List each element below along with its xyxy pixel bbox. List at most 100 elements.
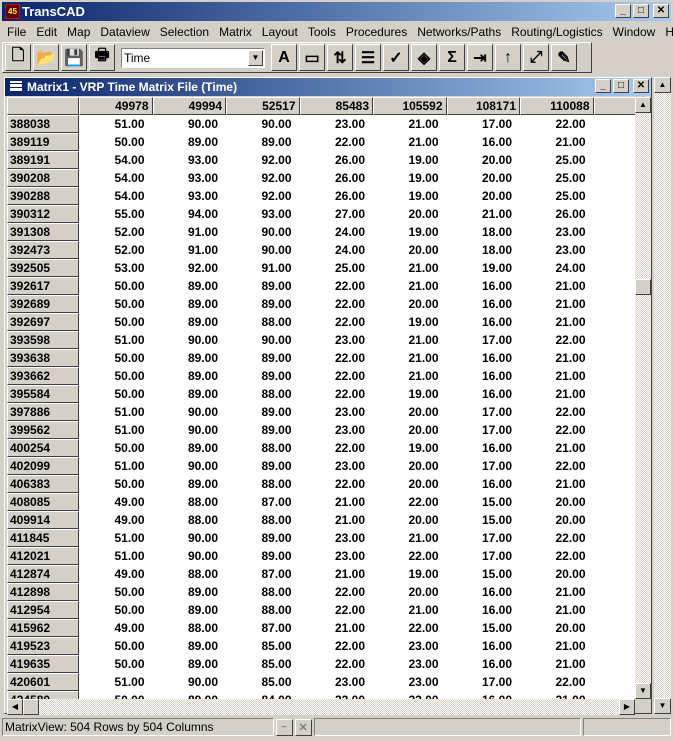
matrix-cell[interactable]: 21.00 bbox=[373, 529, 447, 547]
matrix-cell[interactable]: 22.00 bbox=[300, 349, 374, 367]
matrix-cell[interactable]: 22.00 bbox=[520, 529, 594, 547]
matrix-cell[interactable]: 21.00 bbox=[373, 331, 447, 349]
matrix-cell[interactable]: 22.00 bbox=[373, 547, 447, 565]
matrix-cell[interactable]: 22.00 bbox=[520, 457, 594, 475]
matrix-cell[interactable]: 89.00 bbox=[153, 277, 227, 295]
matrix-cell[interactable]: 16.00 bbox=[447, 349, 521, 367]
row-header[interactable]: 419635 bbox=[7, 655, 79, 673]
column-header[interactable]: 49978 bbox=[79, 97, 153, 115]
matrix-cell[interactable]: 17.00 bbox=[447, 115, 521, 133]
row-header[interactable]: 424580 bbox=[7, 691, 79, 699]
matrix-cell[interactable]: 22.00 bbox=[300, 691, 374, 699]
column-header[interactable]: 108171 bbox=[446, 97, 520, 115]
print-icon[interactable]: 🖶 bbox=[89, 44, 115, 71]
matrix-cell[interactable]: 51.00 bbox=[79, 115, 153, 133]
matrix-cell[interactable]: 22.00 bbox=[300, 475, 374, 493]
row-header[interactable]: 411845 bbox=[7, 529, 79, 547]
chevron-down-icon[interactable]: ▼ bbox=[248, 49, 263, 66]
matrix-cell[interactable]: 85.00 bbox=[226, 655, 300, 673]
matrix-cell[interactable]: 89.00 bbox=[226, 349, 300, 367]
matrix-cell[interactable]: 20.00 bbox=[373, 241, 447, 259]
matrix-cell[interactable]: 21.00 bbox=[520, 349, 594, 367]
matrix-cell[interactable]: 89.00 bbox=[153, 133, 227, 151]
row-header[interactable]: 392689 bbox=[7, 295, 79, 313]
vertical-scrollbar[interactable]: ▲ ▼ bbox=[635, 97, 651, 699]
matrix-cell[interactable]: 22.00 bbox=[300, 655, 374, 673]
matrix-cell[interactable]: 89.00 bbox=[153, 295, 227, 313]
workspace-vertical-scrollbar[interactable]: ▲ ▼ bbox=[654, 77, 671, 714]
menu-map[interactable]: Map bbox=[62, 23, 95, 41]
matrix-cell[interactable]: 21.00 bbox=[520, 691, 594, 699]
matrix-cell[interactable]: 51.00 bbox=[79, 673, 153, 691]
matrix-cell[interactable]: 22.00 bbox=[520, 115, 594, 133]
matrix-cell[interactable]: 92.00 bbox=[226, 169, 300, 187]
matrix-cell[interactable]: 54.00 bbox=[79, 187, 153, 205]
matrix-cell[interactable]: 51.00 bbox=[79, 529, 153, 547]
matrix-cell[interactable]: 20.00 bbox=[373, 295, 447, 313]
matrix-cell[interactable]: 17.00 bbox=[447, 547, 521, 565]
matrix-cell[interactable]: 50.00 bbox=[79, 439, 153, 457]
row-header[interactable]: 420601 bbox=[7, 673, 79, 691]
matrix-cell[interactable]: 22.00 bbox=[520, 403, 594, 421]
matrix-maximize-button[interactable]: □ bbox=[613, 79, 629, 93]
matrix-cell[interactable]: 22.00 bbox=[300, 583, 374, 601]
matrix-cell[interactable]: 21.00 bbox=[520, 637, 594, 655]
matrix-cell[interactable]: 20.00 bbox=[520, 619, 594, 637]
matrix-cell[interactable]: 22.00 bbox=[300, 295, 374, 313]
row-header[interactable]: 392473 bbox=[7, 241, 79, 259]
matrix-cell[interactable]: 21.00 bbox=[520, 385, 594, 403]
matrix-cell[interactable]: 22.00 bbox=[520, 673, 594, 691]
matrix-cell[interactable]: 22.00 bbox=[300, 367, 374, 385]
matrix-cell[interactable]: 16.00 bbox=[447, 367, 521, 385]
hscroll-thumb[interactable] bbox=[23, 699, 39, 715]
matrix-cell[interactable]: 90.00 bbox=[153, 331, 227, 349]
matrix-cell[interactable]: 15.00 bbox=[447, 511, 521, 529]
matrix-cell[interactable]: 89.00 bbox=[153, 475, 227, 493]
matrix-cell[interactable]: 20.00 bbox=[447, 187, 521, 205]
matrix-cell[interactable]: 88.00 bbox=[153, 565, 227, 583]
matrix-cell[interactable]: 54.00 bbox=[79, 151, 153, 169]
join-columns-icon[interactable]: ⇥ bbox=[467, 44, 493, 71]
matrix-cell[interactable]: 84.00 bbox=[226, 691, 300, 699]
close-button[interactable]: ✕ bbox=[653, 4, 669, 18]
row-header[interactable]: 402099 bbox=[7, 457, 79, 475]
matrix-cell[interactable]: 20.00 bbox=[373, 421, 447, 439]
matrix-cell[interactable]: 89.00 bbox=[153, 313, 227, 331]
matrix-cell[interactable]: 24.00 bbox=[300, 241, 374, 259]
matrix-cell[interactable]: 17.00 bbox=[447, 457, 521, 475]
row-header[interactable]: 393662 bbox=[7, 367, 79, 385]
matrix-cell[interactable]: 22.00 bbox=[300, 385, 374, 403]
matrix-cell[interactable]: 15.00 bbox=[447, 493, 521, 511]
matrix-cell[interactable]: 16.00 bbox=[447, 475, 521, 493]
matrix-cell[interactable]: 88.00 bbox=[226, 475, 300, 493]
matrix-cell[interactable]: 89.00 bbox=[153, 583, 227, 601]
menu-selection[interactable]: Selection bbox=[155, 23, 214, 41]
matrix-cell[interactable]: 93.00 bbox=[226, 205, 300, 223]
matrix-cell[interactable]: 19.00 bbox=[373, 385, 447, 403]
matrix-cell[interactable]: 91.00 bbox=[226, 259, 300, 277]
matrix-cell[interactable]: 26.00 bbox=[300, 151, 374, 169]
matrix-cell[interactable]: 21.00 bbox=[300, 619, 374, 637]
row-header[interactable]: 392697 bbox=[7, 313, 79, 331]
matrix-cell[interactable]: 50.00 bbox=[79, 349, 153, 367]
matrix-cell[interactable]: 55.00 bbox=[79, 205, 153, 223]
matrix-cell[interactable]: 20.00 bbox=[520, 493, 594, 511]
sum-icon[interactable]: Σ bbox=[439, 44, 465, 71]
matrix-cell[interactable]: 20.00 bbox=[373, 205, 447, 223]
matrix-cell[interactable]: 50.00 bbox=[79, 475, 153, 493]
matrix-cell[interactable]: 91.00 bbox=[153, 223, 227, 241]
matrix-cell[interactable]: 49.00 bbox=[79, 493, 153, 511]
matrix-cell[interactable]: 49.00 bbox=[79, 511, 153, 529]
matrix-core-combo[interactable]: Time ▼ bbox=[121, 47, 265, 68]
matrix-cell[interactable]: 21.00 bbox=[373, 367, 447, 385]
workspace-scroll-up-icon[interactable]: ▲ bbox=[654, 77, 671, 93]
matrix-cell[interactable]: 18.00 bbox=[447, 223, 521, 241]
new-icon[interactable]: 🗋 bbox=[5, 44, 31, 71]
matrix-cell[interactable]: 22.00 bbox=[300, 133, 374, 151]
matrix-cell[interactable]: 24.00 bbox=[520, 259, 594, 277]
matrix-cell[interactable]: 51.00 bbox=[79, 331, 153, 349]
matrix-cell[interactable]: 88.00 bbox=[226, 385, 300, 403]
matrix-cell[interactable]: 49.00 bbox=[79, 565, 153, 583]
row-header[interactable]: 412874 bbox=[7, 565, 79, 583]
matrix-cell[interactable]: 93.00 bbox=[153, 151, 227, 169]
